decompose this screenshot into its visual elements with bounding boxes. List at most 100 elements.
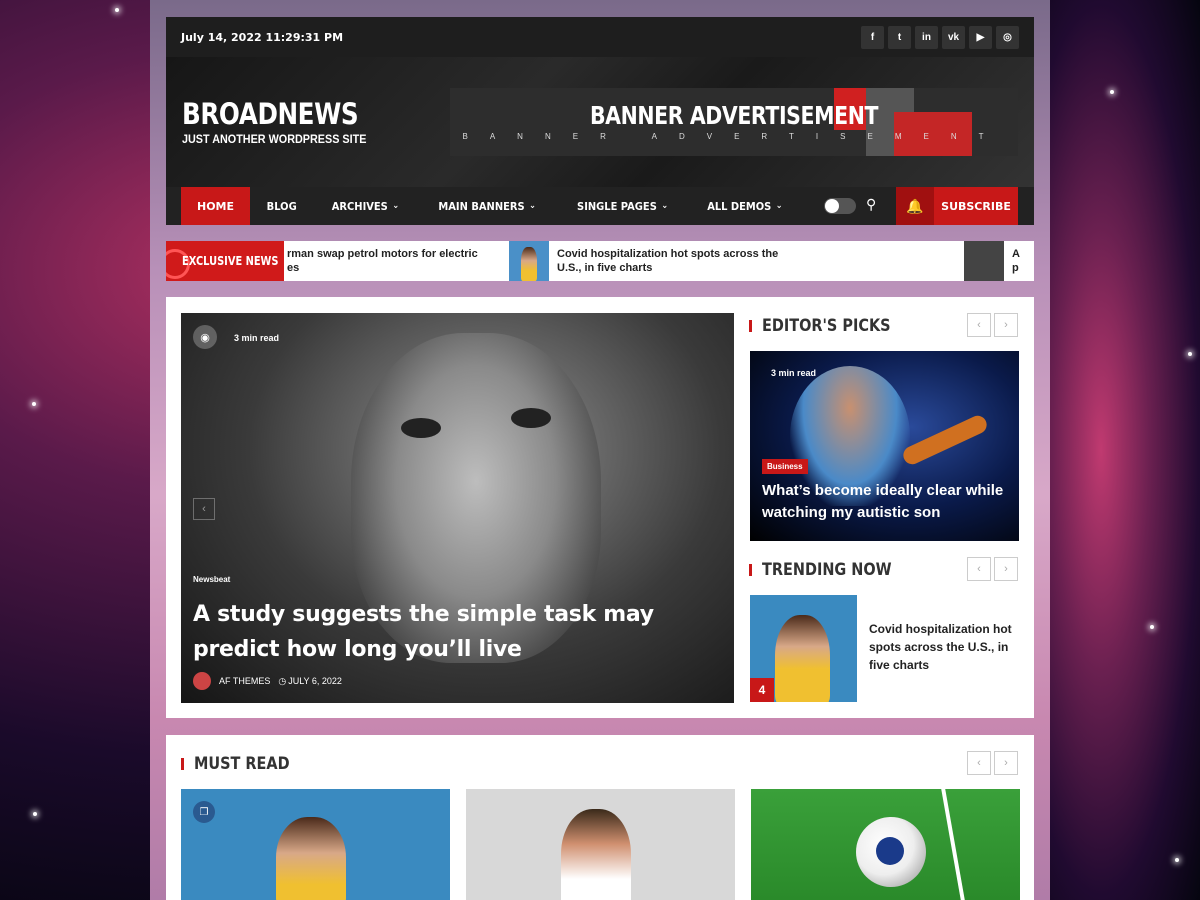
nav-blog[interactable]: BLOG (253, 187, 310, 225)
must-read-heading: MUST READ (181, 754, 306, 774)
star (115, 8, 119, 12)
search-icon[interactable]: ⚲ (866, 196, 876, 213)
chevron-left-icon[interactable]: ‹ (967, 313, 991, 337)
banner-subtitle: BANNER ADVERTISEMENT (462, 132, 1006, 141)
read-time: 3 min read (234, 333, 280, 343)
nav-archives[interactable]: ARCHIVES ⌄ (319, 187, 413, 225)
ticker-item-text: Covid hospitalization hot spots across t… (557, 247, 778, 275)
site-header: BROADNEWS JUST ANOTHER WORDPRESS SITE BA… (166, 57, 1034, 187)
ticker-item[interactable]: Ap (964, 241, 1034, 281)
space-background-right (1035, 0, 1200, 900)
instagram-icon[interactable]: ◎ (996, 25, 1019, 49)
trending-rank: 4 (750, 678, 774, 702)
date-time: July 14, 2022 11:29:31 PM (181, 30, 344, 44)
heading-text: TRENDING NOW (762, 560, 892, 580)
ticker-item-text: Ap (1012, 247, 1020, 275)
youtube-icon[interactable]: ▶ (969, 25, 992, 49)
category-tag[interactable]: Business (762, 459, 808, 474)
editors-pick-card[interactable]: 3 min read Business What’s become ideall… (750, 351, 1019, 541)
nav-single-pages[interactable]: SINGLE PAGES ⌄ (563, 187, 681, 225)
editors-picks-heading: EDITOR'S PICKS (749, 316, 913, 336)
chevron-down-icon: ⌄ (392, 201, 400, 211)
nav-label: SINGLE PAGES (576, 199, 657, 213)
ticker-item[interactable]: Covid hospitalization hot spots across t… (509, 241, 809, 281)
ticker-line: rman swap petrol motors for electric (287, 248, 478, 260)
post-meta: AF THEMES ◷ JULY 6, 2022 (193, 672, 342, 690)
trending-title[interactable]: Covid hospitalization hot spots across t… (869, 620, 1019, 674)
camera-icon: ◉ (193, 325, 217, 349)
chevron-right-icon[interactable]: › (994, 557, 1018, 581)
read-time: 3 min read (771, 368, 817, 378)
chevron-right-icon[interactable]: › (994, 313, 1018, 337)
site-title[interactable]: BROADNEWS (182, 97, 359, 131)
thumbnail-figure (521, 247, 537, 281)
site-tagline: JUST ANOTHER WORDPRESS SITE (182, 132, 367, 146)
slider-arrows: ‹ › (967, 557, 1018, 581)
hero-post[interactable]: ◉ 3 min read ‹ Newsbeat A study suggests… (181, 313, 734, 703)
ticker-item[interactable]: rman swap petrol motors for electric es (287, 241, 487, 281)
vk-icon[interactable]: vk (942, 25, 965, 49)
site-container: July 14, 2022 11:29:31 PM f t in vk ▶ ◎ … (150, 0, 1050, 900)
author-name[interactable]: AF THEMES (219, 676, 270, 686)
news-ticker: EXCLUSIVE NEWS rman swap petrol motors f… (166, 241, 1034, 281)
hero-image-detail (511, 408, 551, 428)
star (1188, 352, 1192, 356)
trending-thumbnail[interactable]: 4 (750, 595, 857, 702)
ticker-line: U.S., in five charts (557, 262, 653, 274)
gallery-icon: ❐ (193, 801, 215, 823)
nav-main-banners[interactable]: MAIN BANNERS ⌄ (425, 187, 550, 225)
nav-all-demos[interactable]: ALL DEMOS ⌄ (694, 187, 796, 225)
twitter-icon[interactable]: t (888, 25, 911, 49)
star (33, 812, 37, 816)
card-title[interactable]: What’s become ideally clear while watchi… (762, 480, 1012, 524)
star (1175, 858, 1179, 862)
heading-text: EDITOR'S PICKS (762, 316, 891, 336)
ticker-line: p (1012, 262, 1019, 274)
star (32, 402, 36, 406)
main-navigation: HOME BLOG ARCHIVES ⌄ MAIN BANNERS ⌄ SINGLE… (166, 187, 1034, 225)
hero-title[interactable]: A study suggests the simple task may pre… (193, 597, 723, 667)
category-tag[interactable]: Newsbeat (193, 575, 230, 584)
hero-image-detail (401, 418, 441, 438)
bell-icon[interactable]: 🔔 (896, 187, 934, 225)
nav-label: BLOG (266, 199, 297, 213)
chevron-left-icon[interactable]: ‹ (193, 498, 215, 520)
facebook-icon[interactable]: f (861, 25, 884, 49)
card-image-detail (941, 789, 965, 900)
chevron-down-icon: ⌄ (529, 201, 537, 211)
card-image (276, 817, 346, 900)
post-date: JULY 6, 2022 (288, 676, 342, 686)
subscribe-button[interactable]: SUBSCRIBE (934, 187, 1018, 225)
chevron-down-icon: ⌄ (660, 201, 668, 211)
social-links: f t in vk ▶ ◎ (861, 25, 1019, 49)
must-read-card[interactable] (751, 789, 1020, 900)
chevron-right-icon[interactable]: › (994, 751, 1018, 775)
must-read-card[interactable] (466, 789, 735, 900)
linkedin-icon[interactable]: in (915, 25, 938, 49)
nav-label: ARCHIVES (332, 199, 389, 213)
nav-label: ALL DEMOS (707, 199, 772, 213)
nav-home[interactable]: HOME (181, 187, 251, 225)
featured-section: ◉ 3 min read ‹ Newsbeat A study suggests… (166, 297, 1034, 718)
card-image (856, 817, 926, 887)
site-logo[interactable]: BROADNEWS JUST ANOTHER WORDPRESS SITE (182, 97, 389, 146)
star (1110, 90, 1114, 94)
clock-icon: ◷ (278, 675, 287, 686)
slider-arrows: ‹ › (967, 313, 1018, 337)
ticker-line: A (1012, 248, 1020, 260)
ticker-label-text: EXCLUSIVE NEWS (182, 254, 279, 268)
banner-advertisement[interactable]: BANNER ADVERTISEMENT BANNER ADVERTISEMEN… (450, 88, 1018, 156)
ticker-thumbnail (509, 241, 549, 281)
card-image-detail (900, 412, 990, 468)
must-read-card[interactable]: ❐ (181, 789, 450, 900)
ticker-line: Covid hospitalization hot spots across t… (557, 248, 779, 260)
star (1150, 625, 1154, 629)
heading-accent (181, 758, 184, 770)
chevron-left-icon[interactable]: ‹ (967, 751, 991, 775)
heading-accent (749, 320, 752, 332)
ticker-item-text: rman swap petrol motors for electric es (287, 247, 478, 275)
avatar (193, 672, 211, 690)
dark-mode-toggle[interactable] (824, 198, 856, 214)
chevron-left-icon[interactable]: ‹ (967, 557, 991, 581)
ticker-line: es (287, 262, 300, 274)
